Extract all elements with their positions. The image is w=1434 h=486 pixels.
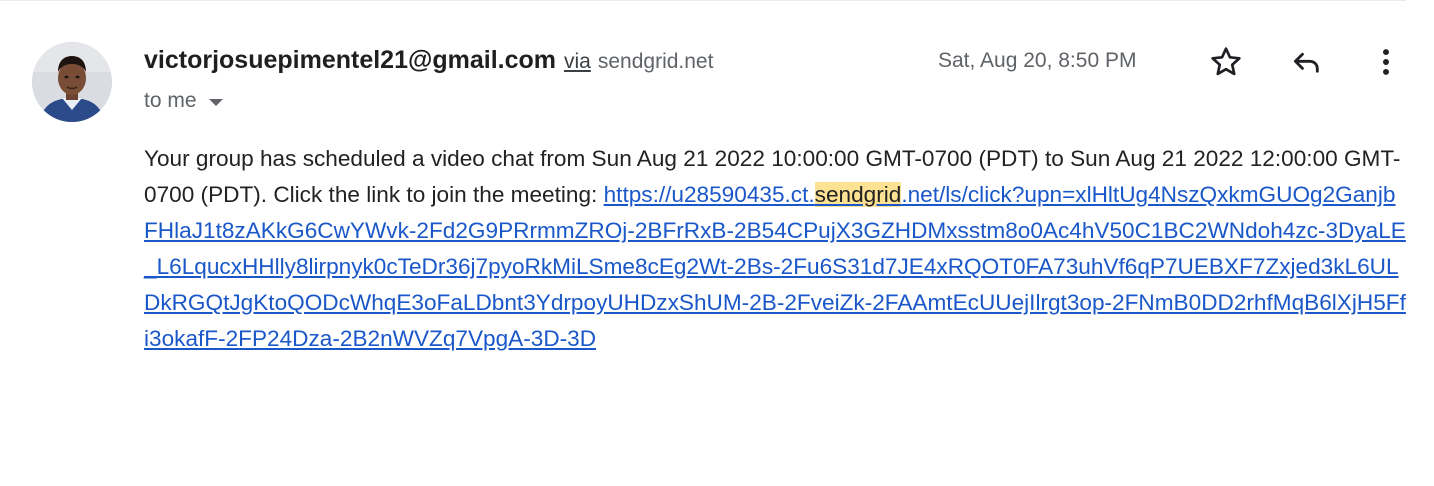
- sender-line: victorjosuepimentel21@gmail.com via send…: [144, 46, 713, 75]
- avatar-photo: [32, 42, 112, 122]
- reply-button[interactable]: [1286, 42, 1326, 82]
- recipient-dropdown[interactable]: to me: [144, 89, 223, 113]
- sender-email[interactable]: victorjosuepimentel21@gmail.com: [144, 46, 556, 75]
- more-vert-icon: [1383, 49, 1389, 75]
- reply-icon: [1293, 52, 1319, 73]
- more-options-button[interactable]: [1366, 42, 1406, 82]
- message-timestamp: Sat, Aug 20, 8:50 PM: [938, 49, 1137, 72]
- star-button[interactable]: [1206, 42, 1246, 82]
- top-divider: [0, 0, 1406, 1]
- link-prefix: https://u28590435.ct.: [603, 182, 815, 207]
- star-icon: [1211, 47, 1241, 76]
- message-body: Your group has scheduled a video chat fr…: [144, 141, 1406, 357]
- link-suffix: .net/ls/click?upn=xlHltUg4NszQxkmGUOg2Ga…: [144, 182, 1406, 351]
- meeting-link[interactable]: https://u28590435.ct.sendgrid.net/ls/cli…: [144, 182, 1406, 351]
- sender-avatar[interactable]: [32, 42, 112, 122]
- via-link[interactable]: via: [564, 50, 591, 74]
- via-domain: sendgrid.net: [597, 50, 714, 73]
- chevron-down-icon[interactable]: [208, 98, 223, 106]
- search-highlight: sendgrid: [814, 182, 902, 207]
- recipient-label: to me: [144, 89, 197, 112]
